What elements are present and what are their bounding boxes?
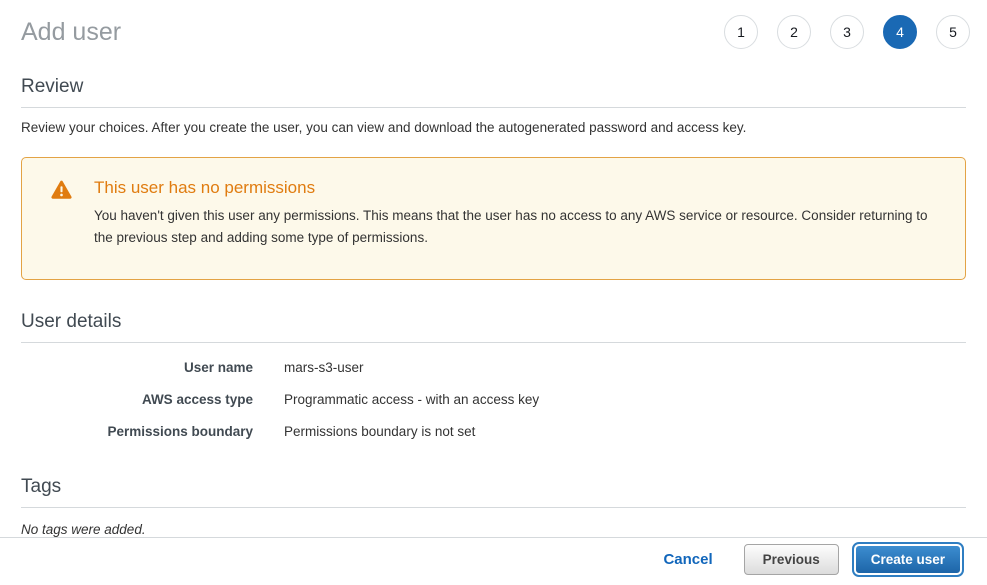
user-details-heading: User details: [21, 311, 966, 333]
wizard-content: Review Review your choices. After you cr…: [0, 49, 987, 537]
cancel-button[interactable]: Cancel: [663, 551, 712, 568]
step-2: 2: [777, 15, 811, 49]
user-details-section: User details User name mars-s3-user AWS ac…: [21, 311, 966, 439]
tags-empty-message: No tags were added.: [21, 522, 966, 537]
warning-triangle-icon: [51, 180, 72, 204]
detail-row-user-name: User name mars-s3-user: [21, 360, 966, 375]
create-user-button[interactable]: Create user: [854, 544, 962, 575]
step-4-active: 4: [883, 15, 917, 49]
tags-section: Tags No tags were added.: [21, 476, 966, 537]
no-permissions-warning: This user has no permissions You haven't…: [21, 157, 966, 280]
detail-row-permissions-boundary: Permissions boundary Permissions boundary…: [21, 424, 966, 439]
wizard-header: Add user 12345: [0, 0, 987, 49]
step-3: 3: [830, 15, 864, 49]
tags-heading: Tags: [21, 476, 966, 498]
detail-label-user-name: User name: [21, 360, 253, 375]
detail-value-aws-access-type: Programmatic access - with an access key: [284, 392, 539, 407]
step-1: 1: [724, 15, 758, 49]
detail-value-permissions-boundary: Permissions boundary is not set: [284, 424, 475, 439]
review-heading: Review: [21, 76, 966, 98]
user-details-divider: [21, 342, 966, 343]
user-details-rows: User name mars-s3-user AWS access type Prog…: [21, 360, 966, 439]
review-description: Review your choices. After you create th…: [21, 120, 966, 135]
review-divider: [21, 107, 966, 108]
step-indicator: 12345: [724, 15, 970, 49]
detail-value-user-name: mars-s3-user: [284, 360, 364, 375]
previous-button[interactable]: Previous: [744, 544, 839, 575]
warning-body: You haven't given this user any permissi…: [94, 205, 945, 249]
warning-text: This user has no permissions You haven't…: [94, 178, 945, 249]
wizard-footer: Cancel Previous Create user: [0, 537, 987, 585]
detail-row-aws-access-type: AWS access type Programmatic access - wit…: [21, 392, 966, 407]
detail-label-aws-access-type: AWS access type: [21, 392, 253, 407]
step-5: 5: [936, 15, 970, 49]
tags-divider: [21, 507, 966, 508]
detail-label-permissions-boundary: Permissions boundary: [21, 424, 253, 439]
warning-title: This user has no permissions: [94, 178, 945, 198]
review-section: Review Review your choices. After you cr…: [21, 76, 966, 280]
page-title: Add user: [21, 18, 121, 47]
